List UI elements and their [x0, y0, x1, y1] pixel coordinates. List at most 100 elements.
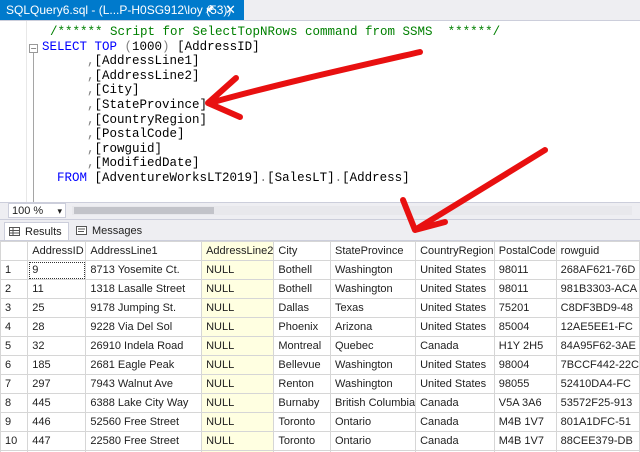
table-cell[interactable]: 22580 Free Street	[85, 431, 203, 451]
column-header[interactable]: City	[273, 241, 331, 261]
table-cell[interactable]: 297	[27, 374, 87, 394]
table-row[interactable]: 3 25 9178 Jumping St. NULL Dallas Texas United…	[0, 298, 640, 318]
table-row[interactable]: 6 185 2681 Eagle Peak NULL Bellevue Washingto…	[0, 355, 640, 375]
horizontal-scrollbar[interactable]	[72, 206, 632, 215]
column-header[interactable]: AddressID	[27, 241, 87, 261]
table-cell[interactable]: Bellevue	[273, 355, 331, 375]
table-cell[interactable]: Washington	[329, 260, 417, 280]
table-cell[interactable]: NULL	[201, 260, 275, 280]
table-row[interactable]: 4 28 9228 Via Del Sol NULL Phoenix Arizona Uni…	[0, 317, 640, 337]
collapse-icon[interactable]: −	[29, 44, 38, 53]
table-cell[interactable]: 98055	[493, 374, 557, 394]
table-cell[interactable]: 9	[27, 260, 87, 280]
table-cell[interactable]: 88CEE379-DB	[555, 431, 640, 451]
tab-results[interactable]: Results	[4, 222, 69, 240]
table-cell[interactable]: Canada	[415, 393, 495, 413]
table-cell[interactable]: United States	[415, 260, 495, 280]
row-number[interactable]: 6	[0, 355, 29, 375]
table-cell[interactable]: Renton	[273, 374, 331, 394]
table-cell[interactable]: 98004	[493, 355, 557, 375]
table-cell[interactable]: Washington	[329, 279, 417, 299]
table-cell[interactable]: NULL	[201, 317, 275, 337]
table-cell[interactable]: 7943 Walnut Ave	[85, 374, 203, 394]
column-header[interactable]: StateProvince	[329, 241, 417, 261]
table-cell[interactable]: 8713 Yosemite Ct.	[85, 260, 203, 280]
table-row[interactable]: 2 11 1318 Lasalle Street NULL Bothell Washing…	[0, 279, 640, 299]
table-cell[interactable]: H1Y 2H5	[493, 336, 557, 356]
row-number[interactable]: 4	[0, 317, 29, 337]
table-cell[interactable]: United States	[415, 279, 495, 299]
row-number[interactable]: 5	[0, 336, 29, 356]
table-cell[interactable]: Canada	[415, 336, 495, 356]
table-cell[interactable]: Arizona	[329, 317, 417, 337]
table-cell[interactable]: 185	[27, 355, 87, 375]
row-number[interactable]: 1	[0, 260, 29, 280]
table-cell[interactable]: 447	[27, 431, 87, 451]
table-cell[interactable]: 32	[27, 336, 87, 356]
table-cell[interactable]: M4B 1V7	[493, 431, 557, 451]
row-number[interactable]: 7	[0, 374, 29, 394]
table-row[interactable]: 8 445 6388 Lake City Way NULL Burnaby British…	[0, 393, 640, 413]
table-cell[interactable]: NULL	[201, 412, 275, 432]
table-cell[interactable]: Burnaby	[273, 393, 331, 413]
table-cell[interactable]: NULL	[201, 355, 275, 375]
table-cell[interactable]: 9228 Via Del Sol	[85, 317, 203, 337]
table-cell[interactable]: 52560 Free Street	[85, 412, 203, 432]
table-cell[interactable]: 25	[27, 298, 87, 318]
table-cell[interactable]: Ontario	[329, 431, 417, 451]
query-editor[interactable]: − /****** Script for SelectTopNRows comm…	[0, 21, 640, 205]
column-header[interactable]: rowguid	[555, 241, 640, 261]
table-cell[interactable]: Toronto	[273, 412, 331, 432]
table-cell[interactable]: Dallas	[273, 298, 331, 318]
table-cell[interactable]: Montreal	[273, 336, 331, 356]
table-cell[interactable]: 52410DA4-FC	[555, 374, 640, 394]
tab-messages[interactable]: Messages	[72, 222, 148, 240]
table-cell[interactable]: 84A95F62-3AE	[555, 336, 640, 356]
table-cell[interactable]: NULL	[201, 298, 275, 318]
table-cell[interactable]: United States	[415, 374, 495, 394]
table-cell[interactable]: British Columbia	[329, 393, 417, 413]
table-row[interactable]: 5 32 26910 Indela Road NULL Montreal Quebec Ca…	[0, 336, 640, 356]
table-cell[interactable]: Washington	[329, 355, 417, 375]
table-cell[interactable]: M4B 1V7	[493, 412, 557, 432]
table-cell[interactable]: 28	[27, 317, 87, 337]
column-header[interactable]: CountryRegion	[415, 241, 495, 261]
table-cell[interactable]: C8DF3BD9-48	[555, 298, 640, 318]
table-cell[interactable]: 801A1DFC-51	[555, 412, 640, 432]
table-cell[interactable]: 26910 Indela Road	[85, 336, 203, 356]
table-cell[interactable]: Canada	[415, 412, 495, 432]
table-cell[interactable]: 981B3303-ACA	[555, 279, 640, 299]
table-cell[interactable]: V5A 3A6	[493, 393, 557, 413]
table-cell[interactable]: Bothell	[273, 279, 331, 299]
table-cell[interactable]: NULL	[201, 279, 275, 299]
column-header[interactable]: AddressLine1	[85, 241, 203, 261]
row-number[interactable]: 10	[0, 431, 29, 451]
table-cell[interactable]: NULL	[201, 431, 275, 451]
table-cell[interactable]: 85004	[493, 317, 557, 337]
table-cell[interactable]: 9178 Jumping St.	[85, 298, 203, 318]
table-row[interactable]: 10 447 22580 Free Street NULL Toronto Ontario…	[0, 431, 640, 451]
table-cell[interactable]: 7BCCF442-22C	[555, 355, 640, 375]
table-cell[interactable]: Bothell	[273, 260, 331, 280]
row-number[interactable]: 2	[0, 279, 29, 299]
table-cell[interactable]: 98011	[493, 260, 557, 280]
table-cell[interactable]: 12AE5EE1-FC	[555, 317, 640, 337]
table-cell[interactable]: 445	[27, 393, 87, 413]
table-cell[interactable]: 98011	[493, 279, 557, 299]
table-cell[interactable]: NULL	[201, 393, 275, 413]
table-cell[interactable]: United States	[415, 317, 495, 337]
column-header[interactable]: AddressLine2	[201, 241, 275, 261]
document-tab[interactable]: SQLQuery6.sql - (L...P-H0SG912\loy (53))…	[0, 0, 244, 20]
table-cell[interactable]: 1318 Lasalle Street	[85, 279, 203, 299]
table-cell[interactable]: Canada	[415, 431, 495, 451]
table-cell[interactable]: United States	[415, 298, 495, 318]
table-cell[interactable]: Toronto	[273, 431, 331, 451]
row-number[interactable]: 9	[0, 412, 29, 432]
scrollbar-thumb[interactable]	[74, 207, 214, 214]
table-row[interactable]: 9 446 52560 Free Street NULL Toronto Ontario C…	[0, 412, 640, 432]
row-number[interactable]: 3	[0, 298, 29, 318]
zoom-select[interactable]: 100 % ▾	[8, 203, 66, 218]
table-cell[interactable]: Ontario	[329, 412, 417, 432]
table-cell[interactable]: 268AF621-76D	[555, 260, 640, 280]
table-cell[interactable]: Texas	[329, 298, 417, 318]
